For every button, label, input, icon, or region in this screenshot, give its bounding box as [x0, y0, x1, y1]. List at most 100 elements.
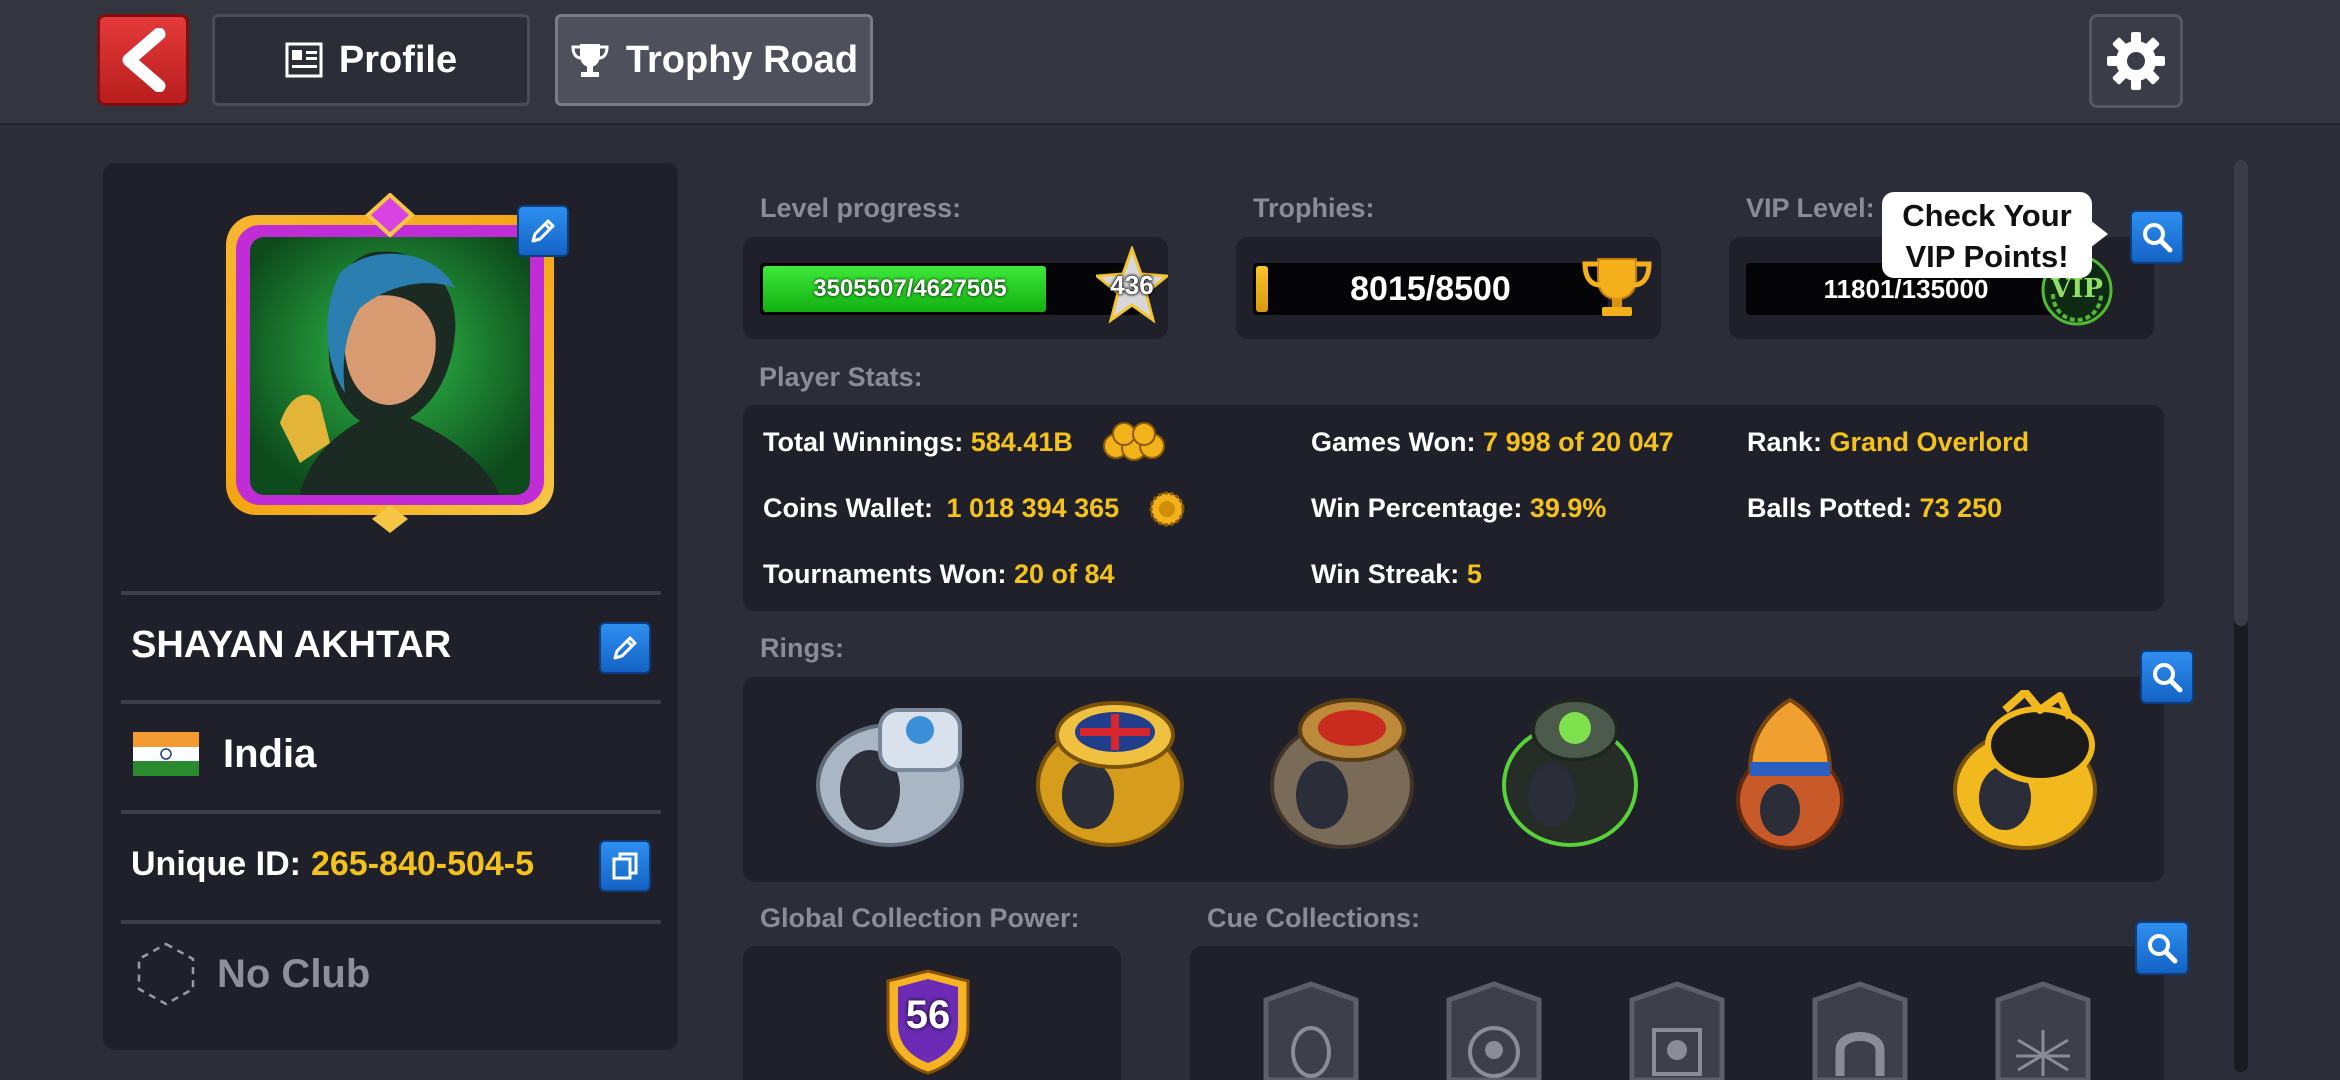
- trophies-label: Trophies:: [1253, 193, 1375, 223]
- back-arrow-icon: [122, 28, 166, 92]
- player-name: SHAYAN AKHTAR: [131, 623, 452, 666]
- level-number: 436: [1110, 270, 1154, 300]
- club-name: No Club: [217, 951, 371, 996]
- win-streak-label: Win Streak:: [1311, 559, 1460, 589]
- scrollbar-thumb[interactable]: [2234, 160, 2248, 626]
- edit-name-button[interactable]: [599, 622, 651, 674]
- tab-trophy-road-label: Trophy Road: [625, 38, 859, 81]
- green-ring-icon: [1502, 698, 1638, 847]
- games-won-value: 7 998 of 20 047: [1483, 427, 1674, 457]
- egg-icon: [1263, 981, 1359, 1080]
- balls-potted-stat: Balls Potted: 73 250: [1747, 493, 2002, 524]
- settings-button[interactable]: [2089, 14, 2183, 108]
- tournaments-won-stat: Tournaments Won: 20 of 84: [763, 559, 1115, 590]
- collection-power-badge: 56: [880, 967, 976, 1075]
- balls-potted-value: 73 250: [1919, 493, 2003, 523]
- coins-wallet-value: 1 018 394 365: [946, 493, 1120, 523]
- scrollbar[interactable]: [2234, 160, 2248, 1072]
- ring-green-winstreak[interactable]: [1490, 690, 1650, 850]
- win-percentage-value: 39.9%: [1529, 493, 1607, 523]
- level-progress-bar: 3505507/4627505: [760, 263, 1140, 315]
- total-winnings-stat: Total Winnings: 584.41B: [763, 427, 1073, 458]
- gold-flag-ring-icon: [1036, 701, 1184, 847]
- club-row[interactable]: No Club: [121, 920, 661, 1024]
- coins-wallet-label: Coins Wallet:: [763, 493, 934, 523]
- cue-collection-horseshoe[interactable]: [1795, 980, 1925, 1080]
- copy-id-button[interactable]: [599, 840, 651, 892]
- coin-icon: [1149, 491, 1185, 527]
- win-percentage-label: Win Percentage:: [1311, 493, 1523, 523]
- balls-potted-label: Balls Potted:: [1747, 493, 1913, 523]
- trophies-box: 8015/8500: [1236, 237, 1661, 339]
- ring-silver-winstreak[interactable]: [810, 690, 970, 850]
- level-progress-box: 3505507/4627505 436: [743, 237, 1168, 339]
- cue-collection-firework[interactable]: [1978, 980, 2108, 1080]
- tournaments-won-value: 20 of 84: [1014, 559, 1115, 589]
- trophy-icon: [571, 44, 609, 77]
- vip-search-button[interactable]: [2130, 210, 2184, 264]
- global-collection-power-label: Global Collection Power:: [760, 903, 1080, 933]
- profile-card-icon: [285, 42, 323, 78]
- collection-power-value: 56: [905, 993, 951, 1037]
- coins-wallet-stat: Coins Wallet: 1 018 394 365: [763, 493, 1119, 524]
- cue-collection-egg[interactable]: [1246, 980, 1376, 1080]
- rank-label: Rank:: [1747, 427, 1823, 457]
- edit-avatar-button[interactable]: [517, 205, 569, 257]
- total-winnings-value: 584.41B: [970, 427, 1073, 457]
- ring-red-gem[interactable]: [1262, 690, 1422, 850]
- coin-stack-icon: [1103, 422, 1165, 461]
- ring-golden-dragon[interactable]: [1945, 688, 2105, 850]
- horseshoe-icon: [1812, 981, 1908, 1080]
- avatar[interactable]: [220, 192, 560, 533]
- magnifier-icon: [2148, 934, 2178, 964]
- unique-id-label: Unique ID:: [131, 844, 301, 883]
- 8-ball-box-icon: [1629, 981, 1725, 1080]
- firework-icon: [1995, 981, 2091, 1080]
- country-row: India: [121, 700, 661, 804]
- 8-ball-icon: [1446, 981, 1542, 1080]
- ring-union-jack-gold[interactable]: [1030, 690, 1190, 850]
- back-button[interactable]: [97, 14, 189, 106]
- cue-collection-8-ball-box[interactable]: [1612, 980, 1742, 1080]
- rank-value: Grand Overlord: [1829, 427, 2030, 457]
- level-badge: 436: [1096, 246, 1168, 326]
- vip-points-tooltip[interactable]: Check Your VIP Points!: [1882, 192, 2108, 278]
- avatar-portrait-icon: [226, 192, 554, 533]
- vip-badge-text: VIP: [2051, 274, 2103, 304]
- total-winnings-label: Total Winnings:: [763, 427, 964, 457]
- country-name: India: [223, 731, 317, 776]
- rings-label: Rings:: [760, 633, 844, 663]
- cue-collections-label: Cue Collections:: [1207, 903, 1421, 933]
- ring-orange-crown[interactable]: [1710, 690, 1870, 850]
- golden-dragon-ring-icon: [1953, 688, 2097, 850]
- cue-collection-8-ball[interactable]: [1429, 980, 1559, 1080]
- trophies-bar: 8015/8500: [1253, 263, 1608, 315]
- trophy-icon: [1582, 258, 1652, 316]
- rings-search-button[interactable]: [2140, 650, 2194, 704]
- level-progress-label: Level progress:: [760, 193, 962, 223]
- games-won-label: Games Won:: [1311, 427, 1476, 457]
- empty-club-hexagon-icon: [137, 942, 195, 1006]
- unique-id-value: 265-840-504-5: [310, 844, 535, 883]
- cue-collections-search-button[interactable]: [2135, 921, 2189, 975]
- pencil-icon: [531, 219, 555, 243]
- unique-id-row: Unique ID: 265-840-504-5: [121, 810, 661, 914]
- tab-trophy-road[interactable]: Trophy Road: [555, 14, 873, 106]
- pencil-icon: [613, 636, 637, 660]
- gear-icon: [2107, 32, 2165, 90]
- red-gem-ring-icon: [1270, 698, 1414, 849]
- tab-profile-label: Profile: [338, 38, 458, 81]
- trophies-text: 8015/8500: [1350, 270, 1511, 308]
- win-percentage-stat: Win Percentage: 39.9%: [1311, 493, 1606, 524]
- magnifier-icon: [2153, 663, 2183, 693]
- top-bar: Profile Trophy Road: [0, 0, 2340, 125]
- vip-level-label: VIP Level:: [1746, 193, 1875, 223]
- player-stats-label: Player Stats:: [759, 362, 923, 392]
- player-name-row: SHAYAN AKHTAR: [121, 591, 661, 695]
- india-flag-icon: [133, 732, 199, 776]
- tab-profile[interactable]: Profile: [212, 14, 530, 106]
- copy-icon: [612, 852, 638, 880]
- games-won-stat: Games Won: 7 998 of 20 047: [1311, 427, 1674, 458]
- win-streak-stat: Win Streak: 5: [1311, 559, 1482, 590]
- tournaments-won-label: Tournaments Won:: [763, 559, 1007, 589]
